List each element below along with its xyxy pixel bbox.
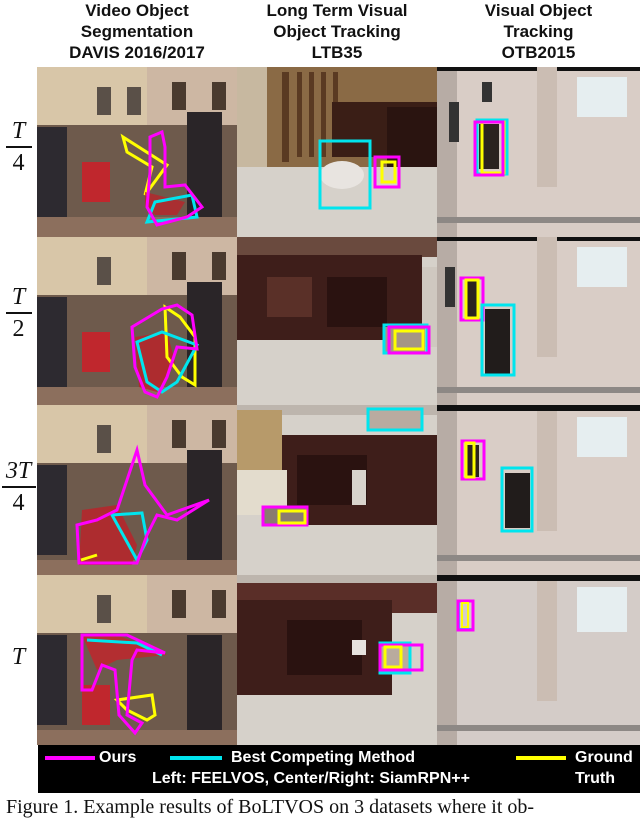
- column-header-otb2015: Visual Object Tracking OTB2015: [437, 0, 640, 63]
- figure-caption: Figure 1. Example results of BoLTVOS on …: [6, 796, 535, 818]
- panel-ltb35-t4: [237, 67, 437, 237]
- otb2015-frame-image: [437, 575, 640, 745]
- fraction-numerator: T: [11, 284, 26, 310]
- davis-frame-image: [37, 237, 237, 405]
- header-line: LTB35: [311, 43, 363, 62]
- fraction-denominator: 4: [12, 149, 25, 176]
- legend-label-ours: Ours: [99, 749, 137, 766]
- panel-ltb35-t: [237, 575, 437, 745]
- row-label-t-half: T2: [0, 284, 37, 342]
- panel-davis-3t4: [37, 405, 237, 575]
- header-line: Long Term Visual: [266, 1, 408, 20]
- fraction-bar: [5, 312, 32, 314]
- fraction-denominator: 4: [12, 489, 25, 516]
- header-line: Segmentation: [80, 22, 194, 41]
- panel-otb2015-t4: [437, 67, 640, 237]
- davis-frame-image: [37, 575, 237, 745]
- panel-davis-t4: [37, 67, 237, 237]
- panel-otb2015-t2: [437, 237, 640, 405]
- legend-swatch-ground-truth: [516, 756, 566, 760]
- panel-davis-t2: [37, 237, 237, 405]
- fraction-bar: [5, 146, 32, 148]
- legend-swatch-ours: [45, 756, 95, 760]
- fraction-denominator: 2: [12, 315, 25, 342]
- davis-frame-image: [37, 67, 237, 237]
- header-line: Visual Object: [484, 1, 593, 20]
- fraction-numerator: 3T: [5, 458, 32, 484]
- legend-label-ground-truth-2: Truth: [575, 770, 615, 787]
- fraction-numerator: T: [11, 118, 26, 144]
- row-label-t-quarter: T4: [0, 118, 37, 176]
- column-header-ltb35: Long Term Visual Object Tracking LTB35: [237, 0, 437, 63]
- otb2015-frame-image: [437, 67, 640, 237]
- ltb35-frame-image: [237, 237, 437, 405]
- header-line: OTB2015: [501, 43, 576, 62]
- ltb35-frame-image: [237, 67, 437, 237]
- ltb35-frame-image: [237, 405, 437, 575]
- davis-frame-image: [37, 405, 237, 575]
- row-label-text: T: [11, 644, 26, 670]
- row-label-t-full: T: [0, 644, 37, 671]
- ltb35-frame-image: [237, 575, 437, 745]
- row-label-three-quarter-t: 3T 4: [0, 458, 37, 516]
- header-line: Tracking: [503, 22, 574, 41]
- panel-davis-t: [37, 575, 237, 745]
- header-line: Object Tracking: [273, 22, 401, 41]
- legend-swatch-competing: [170, 756, 222, 760]
- column-header-davis: Video Object Segmentation DAVIS 2016/201…: [37, 0, 237, 63]
- panel-otb2015-t: [437, 575, 640, 745]
- header-line: DAVIS 2016/2017: [69, 43, 205, 62]
- header-line: Video Object: [85, 1, 189, 20]
- panel-otb2015-3t4: [437, 405, 640, 575]
- legend-methods-note: Left: FEELVOS, Center/Right: SiamRPN++: [152, 770, 470, 787]
- fraction-bar: [1, 486, 36, 488]
- otb2015-frame-image: [437, 405, 640, 575]
- legend-label-ground-truth: Ground: [575, 749, 633, 766]
- otb2015-frame-image: [437, 237, 640, 405]
- legend: Ours Best Competing Method Left: FEELVOS…: [38, 745, 640, 793]
- panel-ltb35-t2: [237, 237, 437, 405]
- panel-ltb35-3t4: [237, 405, 437, 575]
- legend-label-competing: Best Competing Method: [231, 749, 415, 766]
